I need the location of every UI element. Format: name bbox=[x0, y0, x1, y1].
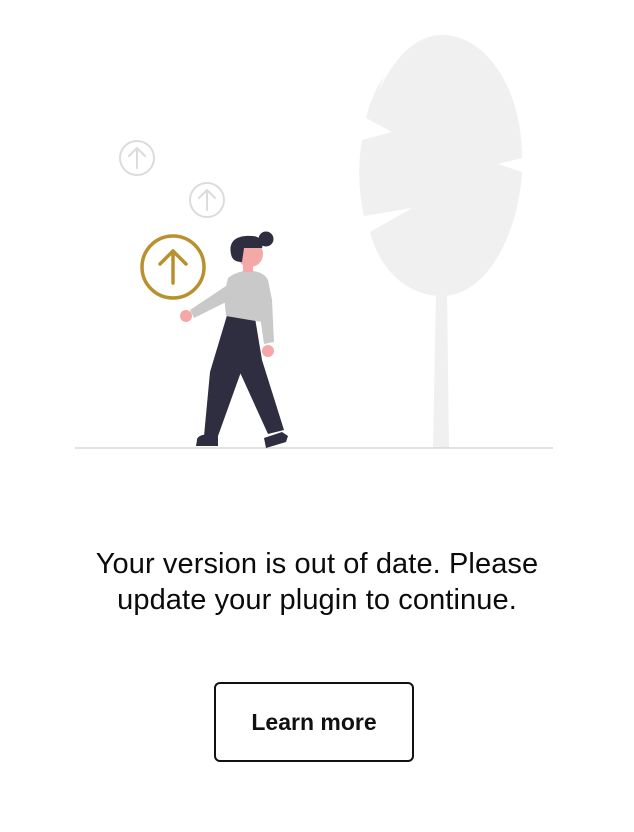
arrow-up-circle-icon bbox=[189, 182, 225, 218]
arrow-up-circle-icon bbox=[140, 234, 206, 300]
arrow-up-circle-icon bbox=[119, 140, 155, 176]
person-illustration bbox=[180, 231, 288, 448]
out-of-date-message: Your version is out of date. Please upda… bbox=[40, 546, 594, 618]
message-line-1: Your version is out of date. Please bbox=[95, 548, 539, 580]
tree-canopy bbox=[359, 35, 522, 296]
learn-more-button[interactable]: Learn more bbox=[214, 682, 414, 762]
message-line-2: update your plugin to continue. bbox=[117, 584, 517, 616]
tree-illustration bbox=[359, 35, 522, 448]
tree-trunk bbox=[433, 292, 449, 448]
update-illustration bbox=[75, 35, 553, 449]
